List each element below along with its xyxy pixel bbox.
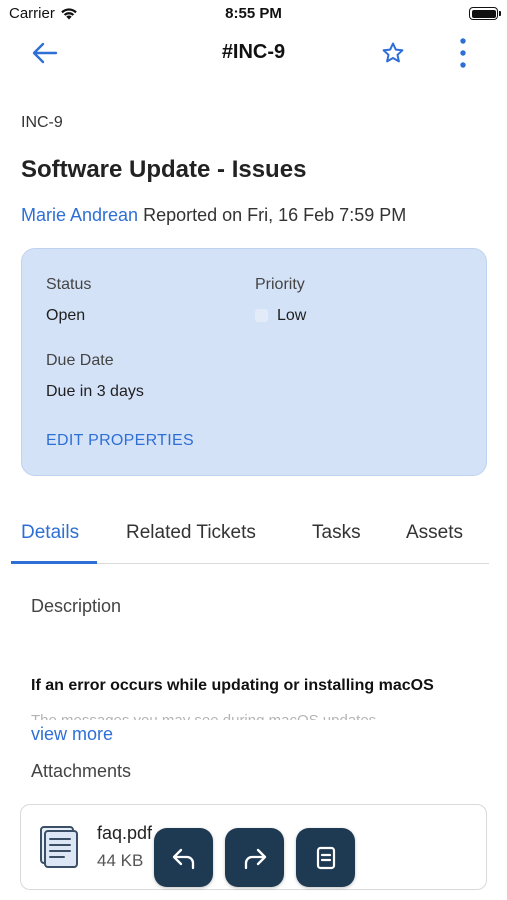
favorite-button[interactable] <box>378 38 408 68</box>
forward-icon <box>244 848 266 869</box>
priority-value: Low <box>277 307 307 324</box>
reply-icon <box>172 848 194 869</box>
priority-label: Priority <box>255 276 305 293</box>
attachments-label: Attachments <box>31 761 132 781</box>
tab-bar: Details Related Tickets Tasks Assets <box>0 512 507 564</box>
ticket-id: INC-9 <box>21 114 63 131</box>
edit-properties-button[interactable]: EDIT PROPERTIES <box>46 432 194 450</box>
back-button[interactable] <box>30 38 60 68</box>
description-preview: The messages you may see during macOS up… <box>31 704 471 720</box>
description-preview-text: The messages you may see during macOS up… <box>31 712 376 720</box>
more-options-button[interactable] <box>448 36 478 70</box>
action-bar <box>0 828 507 888</box>
arrow-left-icon <box>32 42 58 64</box>
nav-title: #INC-9 <box>221 41 286 63</box>
description-heading: If an error occurs while updating or ins… <box>31 677 434 694</box>
properties-card: Status Open Priority Low Due Date Due in… <box>21 248 487 476</box>
status-value: Open <box>46 307 86 324</box>
battery-icon <box>469 7 501 20</box>
tab-assets[interactable]: Assets <box>406 522 463 544</box>
ticket-title: Software Update - Issues <box>21 156 307 183</box>
active-tab-indicator <box>11 561 97 564</box>
tab-details[interactable]: Details <box>21 522 79 544</box>
forward-button[interactable] <box>225 828 284 887</box>
note-icon <box>316 846 335 869</box>
view-more-link[interactable]: view more <box>31 724 113 745</box>
status-label: Status <box>46 276 92 293</box>
due-date-value: Due in 3 days <box>46 383 144 400</box>
priority-indicator-icon <box>255 309 268 322</box>
reply-button[interactable] <box>154 828 213 887</box>
tab-related-tickets[interactable]: Related Tickets <box>126 522 256 544</box>
nav-bar: #INC-9 <box>0 28 507 78</box>
more-vertical-icon <box>460 38 466 68</box>
description-label: Description <box>31 596 122 616</box>
status-bar: Carrier 8:55 PM <box>0 0 507 28</box>
due-date-label: Due Date <box>46 352 114 369</box>
reporter-link[interactable]: Marie Andrean <box>21 205 138 225</box>
star-outline-icon <box>382 42 404 63</box>
reported-date: Reported on Fri, 16 Feb 7:59 PM <box>138 205 407 225</box>
notes-button[interactable] <box>296 828 355 887</box>
tab-tasks[interactable]: Tasks <box>312 522 361 544</box>
status-time: 8:55 PM <box>225 5 282 22</box>
reporter-line: Marie Andrean Reported on Fri, 16 Feb 7:… <box>21 205 406 226</box>
